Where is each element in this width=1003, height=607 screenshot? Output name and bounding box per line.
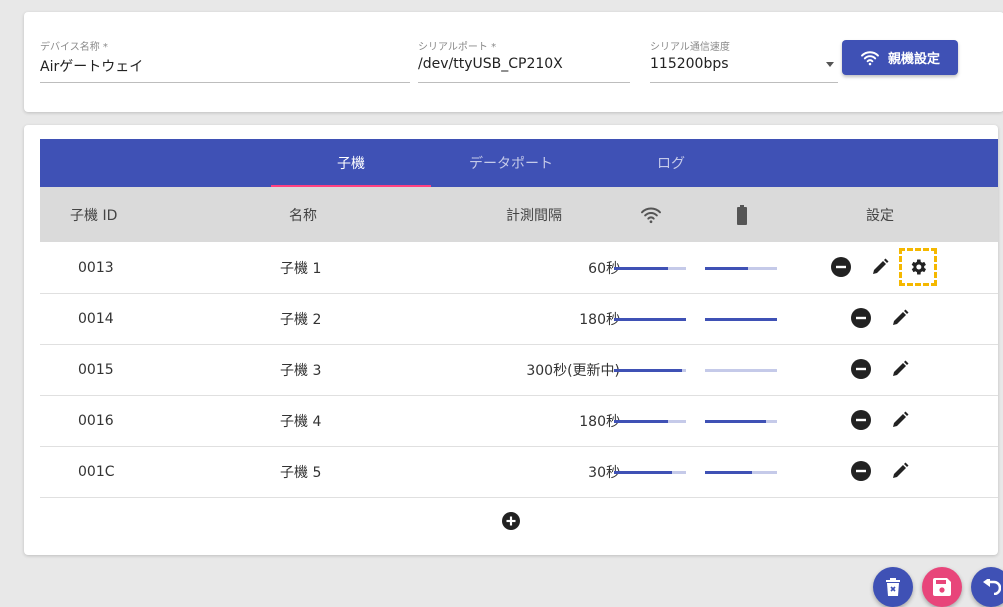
add-child-button[interactable] <box>502 512 520 530</box>
tab-dataport[interactable]: データポート <box>431 139 591 187</box>
child-id: 0014 <box>78 310 114 327</box>
signal-strength-bar-fill <box>614 267 668 270</box>
dropdown-arrow-icon[interactable] <box>826 62 834 67</box>
tab-child[interactable]: 子機 <box>271 139 431 187</box>
undo-button[interactable] <box>971 567 1003 607</box>
header-interval: 計測間隔 <box>506 207 562 224</box>
battery-level-bar-fill <box>705 471 752 474</box>
battery-level-bar <box>705 267 777 270</box>
signal-strength-bar-fill <box>614 318 686 321</box>
table-row: 0013 子機 1 60秒 <box>40 242 998 294</box>
edit-icon[interactable] <box>870 257 890 277</box>
table-header: 子機 ID 名称 計測間隔 設定 <box>40 187 998 242</box>
wifi-icon <box>861 50 879 65</box>
child-table-card: 子機 データポート ログ 子機 ID 名称 計測間隔 設定 0013 子機 1 60… <box>24 125 998 555</box>
underline <box>418 82 630 83</box>
child-name: 子機 2 <box>280 311 322 328</box>
child-name: 子機 3 <box>280 362 322 379</box>
table-row: 0016 子機 4 180秒 <box>40 395 998 447</box>
serial-port-label: シリアルポート * <box>418 42 497 53</box>
table-row: 001C 子機 5 30秒 <box>40 446 998 498</box>
remove-icon[interactable] <box>851 359 871 379</box>
signal-strength-bar <box>614 471 686 474</box>
underline <box>40 82 410 83</box>
serial-speed-value[interactable]: 115200bps <box>650 56 729 72</box>
child-id: 0016 <box>78 412 114 429</box>
parent-settings-label: 親機設定 <box>887 52 940 67</box>
gear-icon[interactable] <box>899 248 937 286</box>
header-name: 名称 <box>289 207 317 224</box>
child-name: 子機 1 <box>280 260 322 277</box>
battery-level-bar <box>705 369 777 372</box>
remove-icon[interactable] <box>831 257 851 277</box>
edit-icon[interactable] <box>890 359 910 379</box>
device-name-label: デバイス名称 * <box>40 42 108 53</box>
table-row: 0015 子機 3 300秒(更新中) <box>40 344 998 396</box>
delete-button[interactable] <box>873 567 913 607</box>
signal-strength-bar <box>614 318 686 321</box>
signal-strength-bar <box>614 369 686 372</box>
remove-icon[interactable] <box>851 308 871 328</box>
battery-level-bar-fill <box>705 420 767 423</box>
save-button[interactable] <box>922 567 962 607</box>
wifi-icon <box>640 187 662 242</box>
battery-level-bar-fill <box>705 318 777 321</box>
edit-icon[interactable] <box>890 461 910 481</box>
battery-level-bar <box>705 420 777 423</box>
header-id: 子機 ID <box>70 207 118 224</box>
remove-icon[interactable] <box>851 461 871 481</box>
signal-strength-bar-fill <box>614 369 683 372</box>
battery-level-bar-fill <box>705 267 749 270</box>
remove-icon[interactable] <box>851 410 871 430</box>
battery-icon <box>736 187 748 242</box>
child-id: 0015 <box>78 361 114 378</box>
save-icon <box>933 578 951 596</box>
signal-strength-bar-fill <box>614 420 668 423</box>
child-id: 001C <box>78 463 115 480</box>
serial-speed-label: シリアル通信速度 <box>650 42 730 53</box>
underline <box>650 82 838 83</box>
edit-icon[interactable] <box>890 308 910 328</box>
edit-icon[interactable] <box>890 410 910 430</box>
device-name-value[interactable]: Airゲートウェイ <box>40 56 143 76</box>
header-settings: 設定 <box>866 207 894 224</box>
parent-settings-button[interactable]: 親機設定 <box>842 40 958 75</box>
tab-log[interactable]: ログ <box>591 139 751 187</box>
signal-strength-bar <box>614 267 686 270</box>
undo-icon <box>983 579 1001 595</box>
battery-level-bar <box>705 471 777 474</box>
battery-level-bar <box>705 318 777 321</box>
measurement-interval: 300秒(更新中) <box>526 362 620 379</box>
device-settings-card: デバイス名称 * Airゲートウェイ シリアルポート * /dev/ttyUSB… <box>24 12 1003 112</box>
delete-icon <box>886 578 900 596</box>
child-name: 子機 4 <box>280 413 322 430</box>
child-id: 0013 <box>78 259 114 276</box>
signal-strength-bar-fill <box>614 471 672 474</box>
child-name: 子機 5 <box>280 464 322 481</box>
signal-strength-bar <box>614 420 686 423</box>
tab-bar: 子機 データポート ログ <box>40 139 998 187</box>
table-row: 0014 子機 2 180秒 <box>40 293 998 345</box>
serial-port-value[interactable]: /dev/ttyUSB_CP210X <box>418 56 563 72</box>
